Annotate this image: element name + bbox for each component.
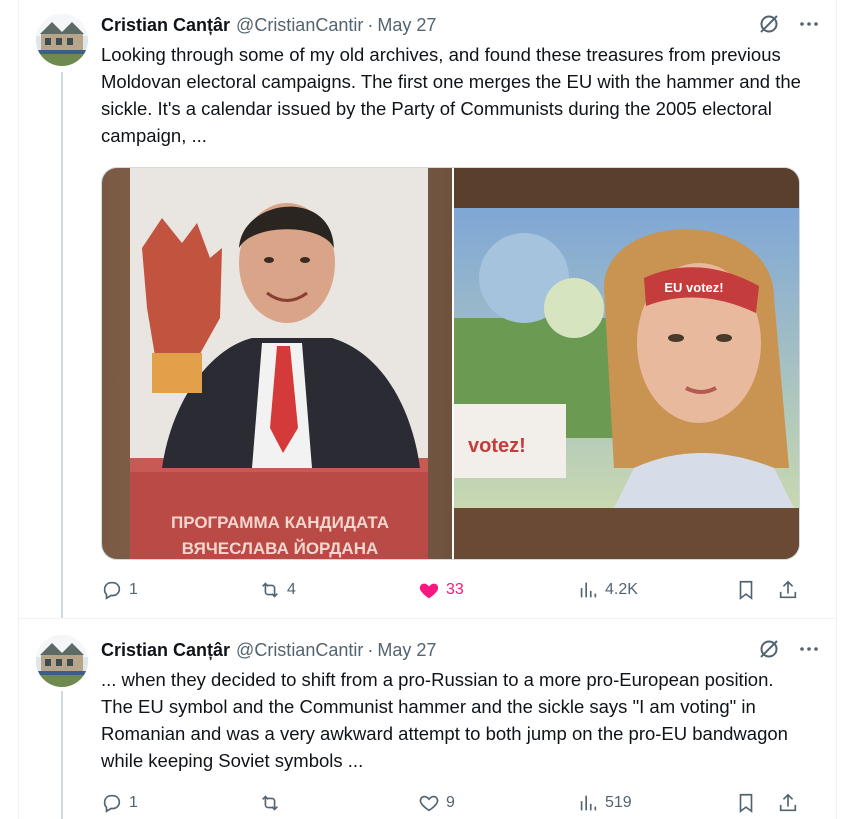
tweet-actions: 1 9 519: [101, 791, 801, 815]
share-button[interactable]: [777, 579, 799, 601]
headband-text: EU votez!: [664, 280, 723, 295]
views-bar-chart-icon: [580, 795, 597, 811]
bookmark-icon: [739, 793, 753, 813]
calendar-caption-line1: ПРОГРАММА КАНДИДАТА: [171, 513, 389, 532]
avatar-house-image: [36, 635, 88, 687]
like-count: 33: [446, 581, 464, 598]
author-handle[interactable]: @CristianCantir: [236, 640, 363, 661]
media-photo-candidate[interactable]: ПРОГРАММА КАНДИДАТА ВЯЧЕСЛАВА ЙОРДАНА: [102, 168, 452, 559]
tweet-actions: 1 4 33 4.2K: [101, 578, 801, 602]
avatar-house-image: [36, 14, 88, 66]
votez-sign-text: votez!: [468, 435, 526, 457]
repost-count: 4: [287, 581, 296, 598]
tweet-1[interactable]: Cristian Canțâr @CristianCantir · May 27…: [19, 0, 836, 618]
like-count: 9: [446, 794, 455, 811]
candidate-calendar-photo: ПРОГРАММА КАНДИДАТА ВЯЧЕСЛАВА ЙОРДАНА: [102, 168, 452, 559]
repost-arrows-icon: [262, 582, 278, 598]
bookmark-button[interactable]: [735, 792, 757, 814]
tweet-date[interactable]: May 27: [377, 640, 436, 661]
share-upload-icon: [779, 793, 797, 812]
views-count: 519: [605, 794, 632, 811]
separator-dot: ·: [367, 639, 374, 660]
share-upload-icon: [779, 580, 797, 599]
author-name[interactable]: Cristian Canțâr: [101, 640, 230, 661]
calendar-caption-line2: ВЯЧЕСЛАВА ЙОРДАНА: [182, 539, 379, 558]
tweet-media[interactable]: ПРОГРАММА КАНДИДАТА ВЯЧЕСЛАВА ЙОРДАНА EU…: [101, 167, 800, 560]
heart-icon: [419, 795, 439, 812]
reply-button[interactable]: 1: [101, 579, 138, 601]
grok-slash-circle-icon[interactable]: [758, 638, 780, 660]
share-button[interactable]: [777, 792, 799, 814]
like-button[interactable]: 9: [418, 792, 455, 814]
votez-poster-photo: EU votez! votez!: [454, 168, 799, 559]
avatar[interactable]: [36, 635, 88, 687]
views-count: 4.2K: [605, 581, 638, 598]
timeline-border-right: [836, 0, 837, 819]
views-bar-chart-icon: [580, 582, 597, 598]
views-button[interactable]: 519: [577, 792, 632, 814]
tweet-header: Cristian Canțâr @CristianCantir · May 27: [101, 638, 820, 662]
repost-button[interactable]: 4: [259, 579, 296, 601]
reply-count: 1: [129, 581, 138, 598]
repost-button[interactable]: [259, 792, 287, 814]
like-button[interactable]: 33: [418, 579, 464, 601]
bookmark-button[interactable]: [735, 579, 757, 601]
reply-bubble-icon: [103, 581, 121, 600]
bookmark-icon: [739, 580, 753, 600]
heart-icon: [419, 583, 439, 599]
reply-button[interactable]: 1: [101, 792, 138, 814]
views-button[interactable]: 4.2K: [577, 579, 638, 601]
tweet-2[interactable]: Cristian Canțâr @CristianCantir · May 27…: [19, 618, 836, 819]
media-photo-votez[interactable]: EU votez! votez!: [454, 168, 799, 559]
tweet-text: ... when they decided to shift from a pr…: [101, 669, 788, 771]
thread-connector-line: [61, 691, 63, 819]
avatar[interactable]: [36, 14, 88, 66]
thread-connector-line: [61, 72, 63, 618]
more-dots-icon[interactable]: [798, 638, 820, 660]
reply-count: 1: [129, 794, 138, 811]
repost-arrows-icon: [262, 795, 278, 811]
reply-bubble-icon: [103, 794, 121, 813]
